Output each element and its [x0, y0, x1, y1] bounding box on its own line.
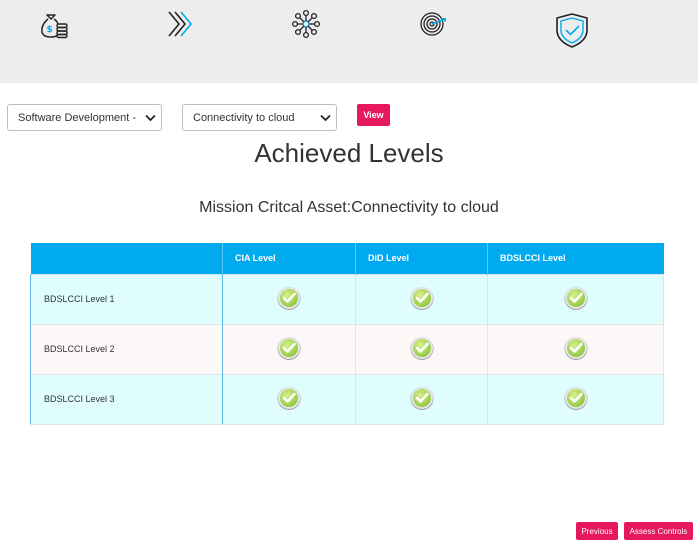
- column-header-label: [30, 243, 223, 274]
- page-subtitle: Mission Critcal Asset:Connectivity to cl…: [199, 199, 499, 216]
- row-label: BDSLCCI Level 1: [30, 273, 223, 324]
- cia-cell: [222, 273, 356, 324]
- page-title: Achieved Levels: [254, 138, 444, 168]
- bdslcci-cell: [487, 273, 664, 324]
- did-cell: [355, 323, 488, 374]
- green-check-icon: [276, 385, 302, 411]
- table-row: BDSLCCI Level 1: [30, 273, 664, 324]
- did-cell: [355, 273, 488, 324]
- bdslcci-cell: [487, 373, 664, 425]
- row-label: BDSLCCI Level 2: [30, 323, 223, 374]
- green-check-icon: [409, 285, 435, 311]
- asset-select[interactable]: Connectivity to cloud: [182, 104, 337, 131]
- row-label: BDSLCCI Level 3: [30, 373, 223, 425]
- organization-select[interactable]: Software Development - C: [7, 104, 162, 131]
- top-toolbar: $: [0, 0, 698, 83]
- green-check-icon: [409, 385, 435, 411]
- network-nodes-icon[interactable]: [290, 8, 322, 40]
- column-header-bdslcci: BDSLCCI Level: [487, 243, 664, 274]
- green-check-icon: [563, 335, 589, 361]
- cia-cell: [222, 323, 356, 374]
- chevron-down-icon: [139, 114, 161, 122]
- previous-button[interactable]: Previous: [576, 522, 618, 540]
- green-check-icon: [563, 385, 589, 411]
- green-check-icon: [563, 285, 589, 311]
- did-cell: [355, 373, 488, 425]
- svg-text:$: $: [47, 25, 53, 35]
- view-button[interactable]: View: [357, 104, 390, 126]
- green-check-icon: [276, 285, 302, 311]
- money-bag-coins-icon[interactable]: $: [37, 8, 71, 40]
- target-icon[interactable]: [418, 8, 450, 40]
- bdslcci-cell: [487, 323, 664, 374]
- column-header-cia: CIA Level: [222, 243, 356, 274]
- asset-select-value: Connectivity to cloud: [193, 111, 295, 124]
- green-check-icon: [276, 335, 302, 361]
- column-header-did: DiD Level: [355, 243, 488, 274]
- cia-cell: [222, 373, 356, 425]
- table-header-row: CIA Level DiD Level BDSLCCI Level: [30, 243, 664, 274]
- table-row: BDSLCCI Level 3: [30, 373, 664, 425]
- green-check-icon: [409, 335, 435, 361]
- organization-select-value: Software Development - C: [18, 111, 139, 124]
- double-chevron-right-icon[interactable]: [164, 8, 196, 40]
- achieved-levels-table: CIA Level DiD Level BDSLCCI Level BDSLCC…: [30, 243, 664, 425]
- assess-controls-button[interactable]: Assess Controls: [624, 522, 693, 540]
- shield-check-icon[interactable]: [552, 10, 592, 50]
- table-row: BDSLCCI Level 2: [30, 323, 664, 374]
- chevron-down-icon: [314, 114, 336, 122]
